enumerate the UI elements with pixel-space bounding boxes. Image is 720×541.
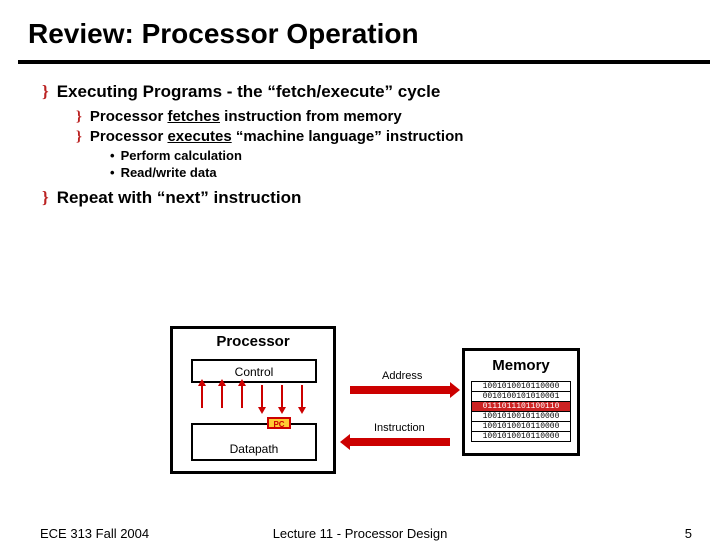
bullet-icon: } xyxy=(42,188,49,207)
bullet-dot-icon: • xyxy=(110,165,115,180)
slide-content: } Executing Programs - the “fetch/execute… xyxy=(0,64,720,208)
address-label: Address xyxy=(382,370,422,382)
bullet-text: Read/write data xyxy=(121,165,217,180)
bullet-l3: • Perform calculation xyxy=(110,148,690,163)
bullet-text-post: instruction from memory xyxy=(220,108,402,125)
pc-box: PC xyxy=(267,417,291,429)
bullet-text-underline: fetches xyxy=(167,108,220,125)
bullet-l2: } Processor fetches instruction from memo… xyxy=(76,108,690,126)
memory-rows: 1001010010110000001010010101000101110111… xyxy=(471,381,571,441)
processor-box: Processor Control PC Datapath xyxy=(170,326,336,474)
bullet-text: Perform calculation xyxy=(121,148,242,163)
bullet-dot-icon: • xyxy=(110,148,115,163)
bullet-text-underline: executes xyxy=(167,128,231,145)
bullet-l3: • Read/write data xyxy=(110,165,690,180)
memory-label: Memory xyxy=(465,357,577,374)
instruction-label: Instruction xyxy=(374,422,425,434)
memory-row: 1001010010110000 xyxy=(471,421,571,432)
datapath-box: Datapath xyxy=(191,423,317,461)
memory-row: 1001010010110000 xyxy=(471,431,571,442)
control-box: Control xyxy=(191,359,317,383)
bullet-text: Repeat with “next” instruction xyxy=(57,188,302,207)
bullet-l2: } Processor executes “machine language” i… xyxy=(76,128,690,146)
slide-title: Review: Processor Operation xyxy=(0,0,720,60)
memory-box: Memory 100101001011000000101001010100010… xyxy=(462,348,580,456)
bullet-icon: } xyxy=(76,109,82,125)
bullet-l1: } Repeat with “next” instruction xyxy=(42,188,690,208)
bullet-text-post: “machine language” instruction xyxy=(232,128,464,145)
bullet-text-pre: Processor xyxy=(90,108,168,125)
bullet-text: Executing Programs - the “fetch/execute”… xyxy=(57,82,441,101)
diagram: Processor Control PC Datapath Address In… xyxy=(160,320,600,490)
memory-row: 0111011101100110 xyxy=(471,401,571,412)
footer-right: 5 xyxy=(685,526,692,541)
bullet-icon: } xyxy=(42,82,49,101)
memory-row: 1001010010110000 xyxy=(471,411,571,422)
bullet-icon: } xyxy=(76,129,82,145)
footer-center: Lecture 11 - Processor Design xyxy=(0,526,720,541)
memory-row: 0010100101010001 xyxy=(471,391,571,402)
bullet-l1: } Executing Programs - the “fetch/execute… xyxy=(42,82,690,102)
bullet-text-pre: Processor xyxy=(90,128,168,145)
control-datapath-arrows xyxy=(195,385,313,421)
memory-row: 1001010010110000 xyxy=(471,381,571,392)
processor-label: Processor xyxy=(173,333,333,350)
instruction-arrow xyxy=(350,438,450,446)
address-arrow xyxy=(350,386,450,394)
